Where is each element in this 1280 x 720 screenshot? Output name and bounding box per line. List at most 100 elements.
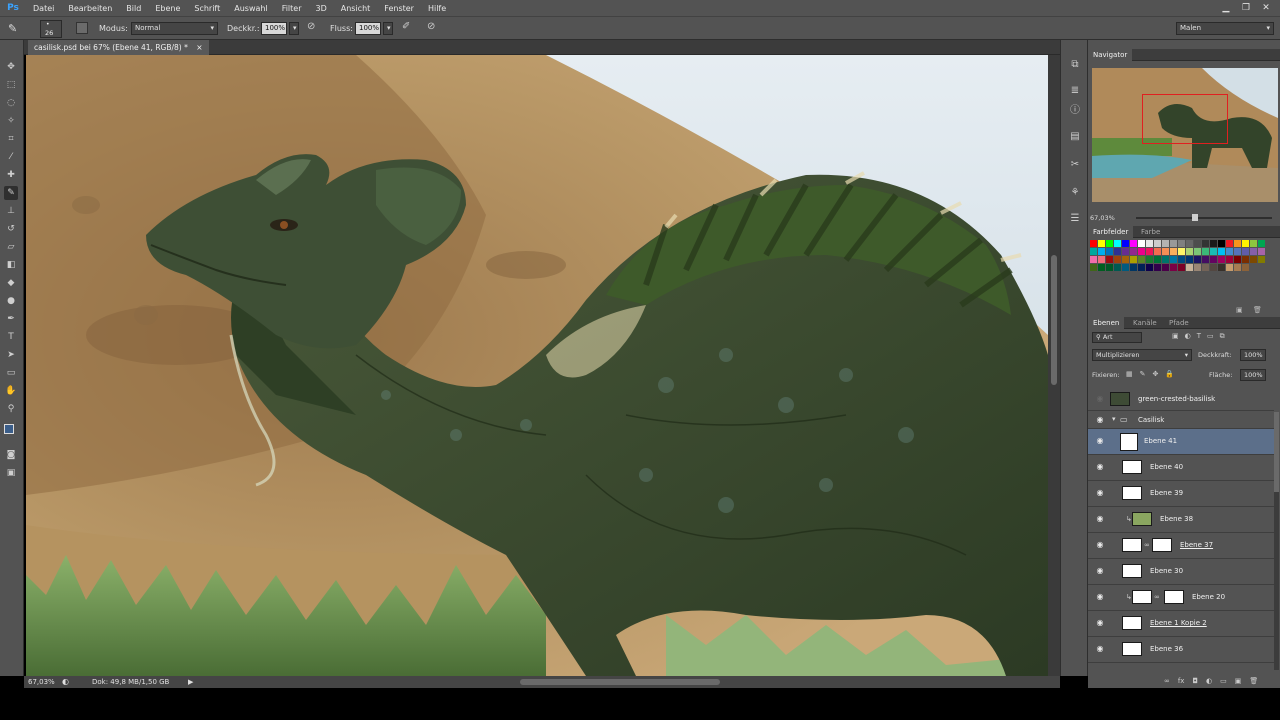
visibility-eye-icon[interactable]: ◉ [1095, 515, 1105, 523]
visibility-eye-icon[interactable]: ◉ [1095, 489, 1105, 497]
horizontal-scroll-thumb[interactable] [520, 679, 720, 685]
menu-bearbeiten[interactable]: Bearbeiten [61, 4, 119, 13]
color-swatch[interactable] [1178, 248, 1185, 255]
document-tab[interactable]: casilisk.psd bei 67% (Ebene 41, RGB/8) *… [28, 40, 209, 55]
color-swatch[interactable] [1258, 248, 1265, 255]
zoom-tool-icon[interactable]: ⚲ [4, 402, 18, 416]
color-swatch[interactable] [1194, 264, 1201, 271]
color-swatch[interactable] [1226, 256, 1233, 263]
new-swatch-icon[interactable]: ▣ [1236, 306, 1243, 314]
layer-row-ebene-1-kopie-2[interactable]: ◉ Ebene 1 Kopie 2 [1088, 611, 1274, 637]
color-swatch[interactable] [1122, 256, 1129, 263]
visibility-eye-icon[interactable]: ◉ [1095, 395, 1105, 403]
tab-pfade[interactable]: Pfade [1164, 317, 1194, 329]
color-swatch[interactable] [1234, 264, 1241, 271]
menu-auswahl[interactable]: Auswahl [227, 4, 274, 13]
menu-fenster[interactable]: Fenster [377, 4, 421, 13]
color-swatch[interactable] [1210, 248, 1217, 255]
color-swatch[interactable] [1090, 240, 1097, 247]
color-swatch[interactable] [1090, 256, 1097, 263]
adjustment-layer-icon[interactable]: ◐ [1206, 677, 1212, 687]
navigator-zoom-value[interactable]: 67,03% [1090, 214, 1115, 222]
color-swatch[interactable] [1146, 256, 1153, 263]
menu-bild[interactable]: Bild [119, 4, 148, 13]
color-swatch[interactable] [1098, 264, 1105, 271]
hand-tool-icon[interactable]: ✋ [4, 384, 18, 398]
color-swatch[interactable] [1218, 256, 1225, 263]
color-swatch[interactable] [1226, 264, 1233, 271]
close-window-button[interactable]: ✕ [1258, 2, 1274, 14]
color-swatch[interactable] [1258, 240, 1265, 247]
color-swatch[interactable] [1154, 240, 1161, 247]
color-swatch[interactable] [1154, 264, 1161, 271]
navigator-view-box[interactable] [1142, 94, 1228, 144]
fill-input[interactable]: 100% [1240, 369, 1266, 381]
flow-input[interactable]: 100% [355, 22, 381, 35]
navigator-zoom-handle[interactable] [1192, 214, 1198, 221]
menu-schrift[interactable]: Schrift [187, 4, 227, 13]
eyedropper-tool-icon[interactable]: ⁄ [4, 150, 18, 164]
shape-filter-icon[interactable]: ▭ [1207, 332, 1214, 343]
color-swatch[interactable] [1138, 256, 1145, 263]
group-expand-arrow-icon[interactable]: ▾ [1112, 415, 1116, 423]
color-swatch[interactable] [1178, 264, 1185, 271]
shape-tool-icon[interactable]: ▭ [4, 366, 18, 380]
path-select-tool-icon[interactable]: ➤ [4, 348, 18, 362]
gradient-tool-icon[interactable]: ◧ [4, 258, 18, 272]
brush-presets-panel-icon[interactable]: ▤ [1068, 130, 1082, 144]
color-swatch[interactable] [1138, 248, 1145, 255]
color-swatch[interactable] [1138, 264, 1145, 271]
color-swatch[interactable] [1170, 264, 1177, 271]
layers-scroll-thumb[interactable] [1274, 412, 1279, 492]
color-swatch[interactable] [1178, 256, 1185, 263]
tab-kanaele[interactable]: Kanäle [1128, 317, 1162, 329]
color-swatch[interactable] [1194, 248, 1201, 255]
color-swatch[interactable] [1250, 240, 1257, 247]
color-swatch[interactable] [1170, 240, 1177, 247]
menu-ansicht[interactable]: Ansicht [334, 4, 378, 13]
color-swatch[interactable] [1114, 240, 1121, 247]
brush-panel-icon[interactable] [76, 22, 88, 34]
opacity-dropdown[interactable]: ▾ [289, 22, 299, 35]
layer-row-ebene-41[interactable]: ◉ Ebene 41 [1088, 429, 1274, 455]
crop-tool-icon[interactable]: ⌗ [4, 132, 18, 146]
color-swatch[interactable] [1186, 248, 1193, 255]
eraser-tool-icon[interactable]: ▱ [4, 240, 18, 254]
color-swatch[interactable] [1114, 256, 1121, 263]
minimize-button[interactable]: ▁ [1218, 2, 1234, 14]
color-swatch[interactable] [1210, 240, 1217, 247]
history-panel-icon[interactable]: ⧉ [1068, 58, 1082, 72]
new-layer-icon[interactable]: ▣ [1235, 677, 1242, 687]
color-swatch[interactable] [1090, 248, 1097, 255]
color-swatch[interactable] [1154, 248, 1161, 255]
color-swatch[interactable] [1194, 240, 1201, 247]
color-swatch[interactable] [1234, 240, 1241, 247]
color-swatch[interactable] [1130, 256, 1137, 263]
menu-filter[interactable]: Filter [275, 4, 309, 13]
color-swatch[interactable] [1162, 240, 1169, 247]
color-swatch[interactable] [1218, 240, 1225, 247]
color-swatch[interactable] [1122, 264, 1129, 271]
color-swatch[interactable] [1218, 264, 1225, 271]
color-swatch[interactable] [1250, 256, 1257, 263]
color-swatch[interactable] [1242, 248, 1249, 255]
trash-icon[interactable]: 🗑 [1253, 306, 1262, 314]
layer-row-ebene-38[interactable]: ◉ ↳ Ebene 38 [1088, 507, 1274, 533]
color-swatch[interactable] [1130, 248, 1137, 255]
color-swatch[interactable] [1162, 256, 1169, 263]
layer-row-ebene-37[interactable]: ◉ ∞ Ebene 37 [1088, 533, 1274, 559]
tab-ebenen[interactable]: Ebenen [1088, 317, 1125, 329]
info-panel-icon[interactable]: ⓘ [1068, 104, 1082, 118]
lasso-tool-icon[interactable]: ◌ [4, 96, 18, 110]
color-swatch[interactable] [1258, 256, 1265, 263]
link-layers-icon[interactable]: ∞ [1164, 677, 1170, 687]
color-swatch[interactable] [1106, 240, 1113, 247]
foreground-color-swatch[interactable] [4, 424, 14, 434]
color-swatch[interactable] [1178, 240, 1185, 247]
status-info-icon[interactable]: ◐ [62, 677, 69, 686]
dodge-tool-icon[interactable]: ● [4, 294, 18, 308]
brush-tool-icon[interactable]: ✎ [4, 186, 18, 200]
color-swatch[interactable] [1210, 256, 1217, 263]
color-swatch[interactable] [1226, 240, 1233, 247]
color-swatch[interactable] [1154, 256, 1161, 263]
